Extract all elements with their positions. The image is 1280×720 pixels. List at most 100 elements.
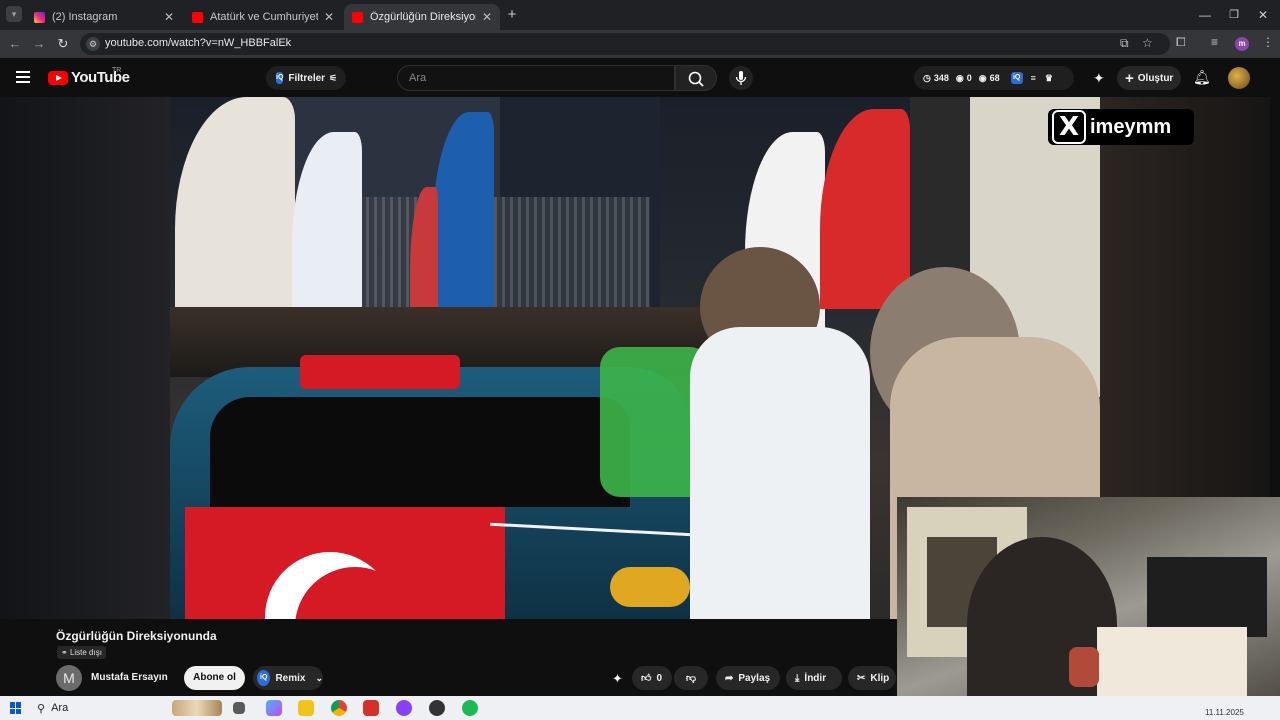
download-icon: ⤓ [795, 672, 800, 684]
tab-instagram[interactable]: (2) Instagram ✕ [26, 4, 182, 30]
speaker-jacket [690, 327, 870, 619]
taskbar-search[interactable]: ⚲ Ara [37, 699, 177, 717]
new-tab-button[interactable]: + [503, 6, 521, 24]
subscribe-button[interactable]: Abone ol [184, 666, 245, 690]
views-count: 348 [933, 73, 949, 83]
filters-label: Filtreler [288, 72, 326, 84]
country-code: TR [112, 67, 122, 74]
tab-ozgurlugun[interactable]: Özgürlüğün Direksiyonunda - Y ✕ [344, 4, 500, 30]
profile-avatar[interactable]: m [1235, 37, 1249, 51]
filters-button[interactable]: iQ Filtreler ⚟ [266, 66, 346, 90]
tab-title: Atatürk ve Cumhuriyet - Belge [210, 11, 318, 23]
channel-avatar[interactable]: M [56, 665, 82, 691]
eye-icon: ◉ [955, 72, 964, 83]
create-button[interactable]: + Oluştur [1117, 66, 1181, 90]
youtube-logo[interactable]: YouTube TR [48, 67, 130, 86]
clip-label: Klip [870, 672, 890, 684]
close-tab-icon[interactable]: ✕ [482, 10, 492, 24]
search-input[interactable] [398, 66, 674, 90]
car-window [210, 397, 630, 507]
microphone-icon [735, 71, 747, 85]
share-button[interactable]: ➦ Paylaş [716, 666, 780, 690]
search-highlight-image[interactable] [172, 700, 222, 716]
site-info-icon[interactable]: ⚙ [86, 37, 100, 51]
chrome-menu-icon[interactable]: ⋮ [1262, 35, 1274, 49]
chrome-icon[interactable] [331, 700, 347, 716]
iq-badge-icon: iQ [257, 670, 271, 686]
cast-icon[interactable]: ⧉ [1120, 36, 1129, 51]
banner-shape [175, 97, 295, 317]
minimize-icon[interactable]: — [1196, 6, 1214, 24]
copilot-icon[interactable] [266, 700, 282, 716]
download-button[interactable]: ⤓ İndir [786, 666, 842, 690]
remix-button[interactable]: iQ Remix ⌄ [253, 666, 323, 690]
account-avatar[interactable] [1228, 67, 1250, 89]
video-title: Özgürlüğün Direksiyonunda [56, 629, 217, 643]
sparkle-icon[interactable]: ✦ [612, 671, 623, 687]
eye-icon: ◉ [978, 72, 987, 83]
close-tab-icon[interactable]: ✕ [324, 10, 334, 24]
restore-icon[interactable]: ❐ [1225, 6, 1243, 24]
browser-tab-bar: ▾ (2) Instagram ✕ Atatürk ve Cumhuriyet … [0, 0, 1280, 30]
voice-search-button[interactable] [729, 66, 753, 90]
close-window-icon[interactable]: ✕ [1254, 6, 1272, 24]
x-brand-overlay: X imeymm [1048, 109, 1194, 145]
tab-search-dropdown-icon[interactable]: ▾ [6, 6, 22, 22]
search-button[interactable] [675, 65, 717, 91]
iq-badge-icon: iQ [1010, 72, 1023, 84]
obs-icon[interactable] [396, 700, 412, 716]
bed-shape [1097, 627, 1247, 697]
back-icon[interactable]: ← [6, 35, 24, 53]
notifications-bell-icon[interactable]: 🔔︎ [1193, 69, 1211, 86]
close-tab-icon[interactable]: ✕ [164, 10, 174, 24]
share-arrow-icon: ➦ [725, 672, 734, 684]
youtube-play-icon [48, 70, 68, 85]
dislike-button[interactable]: 👎︎ [674, 666, 708, 690]
x-handle: imeymm [1090, 115, 1172, 138]
windows-start-icon[interactable] [10, 702, 22, 714]
task-view-icon[interactable] [233, 702, 245, 714]
app-dark-icon[interactable] [429, 700, 445, 716]
remix-label: Remix [275, 672, 306, 684]
instagram-favicon-icon [34, 11, 45, 23]
url-text[interactable]: youtube.com/watch?v=nW_HBBFalEk [105, 37, 291, 49]
sliders-icon: ⚟ [329, 72, 338, 83]
clock-icon: ◷ [923, 72, 931, 83]
download-label: İndir [804, 672, 827, 684]
taskbar-clock[interactable]: 11.11.2025 [1205, 708, 1244, 717]
menu-icon[interactable] [16, 71, 30, 83]
visibility-label: Liste dışı [69, 648, 102, 657]
subs-count: 68 [989, 73, 1000, 83]
extensions-icon[interactable]: ⧠ [1176, 35, 1186, 50]
tab-ataturk[interactable]: Atatürk ve Cumhuriyet - Belge ✕ [184, 4, 342, 30]
like-count: 0 [656, 672, 663, 684]
search-icon: ⚲ [37, 702, 46, 715]
side-mirror [610, 567, 690, 607]
trophy-icon: ♛ [1044, 72, 1053, 83]
taskbar-search-label: Ara [51, 702, 69, 714]
youtube-header: YouTube TR iQ Filtreler ⚟ ◷ 348 ◉ 0 ◉ 68… [0, 58, 1280, 97]
app-w-icon[interactable] [363, 700, 379, 716]
media-controls-icon[interactable]: ≡ [1211, 35, 1218, 49]
thumbs-down-icon: 👎︎ [685, 673, 697, 684]
spotify-icon[interactable] [462, 700, 478, 716]
sparkle-icon[interactable]: ✦ [1093, 70, 1105, 87]
chevron-down-icon: ⌄ [315, 672, 323, 683]
youtube-favicon-icon [352, 11, 363, 23]
file-explorer-icon[interactable] [298, 700, 314, 716]
reload-icon[interactable]: ↻ [54, 35, 72, 53]
link-icon: ⚭ [61, 648, 70, 657]
bookmark-star-icon[interactable]: ☆ [1142, 36, 1153, 50]
clip-button[interactable]: ✂ Klip [848, 666, 896, 690]
turkish-flag-banner [820, 109, 910, 309]
omnibox[interactable]: ⚙ youtube.com/watch?v=nW_HBBFalEk ⧉ ☆ [80, 33, 1170, 55]
like-button[interactable]: 👍︎ 0 [632, 666, 672, 690]
share-label: Paylaş [738, 672, 771, 684]
channel-name[interactable]: Mustafa Ersayın [91, 672, 168, 683]
likes-count: 0 [966, 73, 972, 83]
extension-stats-bar[interactable]: ◷ 348 ◉ 0 ◉ 68 iQ ≡ ♛ [914, 66, 1074, 90]
tab-title: Özgürlüğün Direksiyonunda - Y [370, 11, 476, 23]
flag-on-roof [300, 355, 460, 389]
forward-icon[interactable]: → [30, 35, 48, 53]
search-box[interactable] [397, 65, 675, 91]
